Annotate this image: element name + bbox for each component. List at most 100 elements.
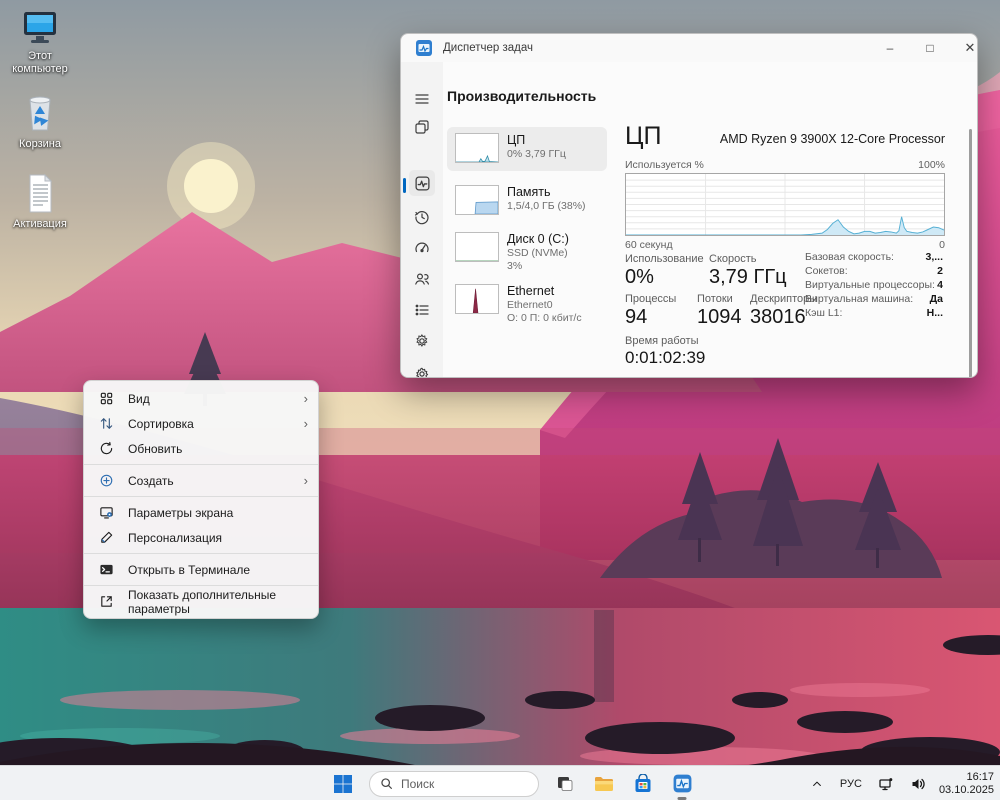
tile-cpu[interactable]: ЦП 0% 3,79 ГГц bbox=[447, 127, 607, 171]
date: 03.10.2025 bbox=[939, 784, 994, 797]
hamburger-icon bbox=[414, 91, 430, 107]
close-button[interactable]: ✕ bbox=[950, 34, 978, 62]
microsoft-store-button[interactable] bbox=[630, 771, 656, 797]
desktop-icon-activation[interactable]: Активация bbox=[2, 172, 78, 231]
desktop-icon-label: Корзина bbox=[2, 138, 78, 151]
tile-title: Ethernet bbox=[507, 284, 582, 299]
menu-item-view[interactable]: Вид › bbox=[84, 386, 318, 411]
tile-title: ЦП bbox=[507, 133, 566, 148]
menu-item-label: Персонализация bbox=[128, 531, 308, 545]
network-button[interactable] bbox=[875, 771, 897, 797]
menu-item-open-terminal[interactable]: Открыть в Терминале bbox=[84, 557, 318, 582]
stat-value: 94 bbox=[625, 306, 647, 329]
detail-label: Кэш L1: bbox=[805, 307, 842, 319]
gear-icon bbox=[414, 366, 430, 378]
maximize-button[interactable]: □ bbox=[910, 34, 950, 62]
search-input[interactable] bbox=[401, 777, 511, 791]
nav-details[interactable] bbox=[409, 297, 435, 323]
nav-processes[interactable] bbox=[409, 114, 435, 140]
history-clock-icon bbox=[414, 209, 430, 225]
tile-title: Память bbox=[507, 185, 586, 200]
processes-icon bbox=[414, 119, 430, 135]
gauge-icon bbox=[414, 240, 430, 256]
new-plus-icon bbox=[97, 472, 115, 490]
menu-item-label: Открыть в Терминале bbox=[128, 563, 308, 577]
menu-item-personalize[interactable]: Персонализация bbox=[84, 525, 318, 550]
graph-xmax-label: 0 bbox=[939, 239, 945, 251]
stat-label: Потоки bbox=[697, 293, 733, 305]
users-icon bbox=[414, 271, 430, 287]
selected-nav-indicator bbox=[403, 178, 406, 193]
stat-value: 0:01:02:39 bbox=[625, 348, 705, 368]
terminal-icon bbox=[97, 561, 115, 579]
tile-ethernet[interactable]: Ethernet Ethernet0 О: 0 П: 0 кбит/с bbox=[447, 278, 607, 334]
desktop-icon-label: Этот компьютер bbox=[2, 50, 78, 76]
stat-label: Процессы bbox=[625, 293, 676, 305]
nav-startup-apps[interactable] bbox=[409, 235, 435, 261]
menu-item-label: Сортировка bbox=[128, 417, 304, 431]
tile-disk[interactable]: Диск 0 (C:) SSD (NVMe) 3% bbox=[447, 226, 607, 282]
nav-users[interactable] bbox=[409, 266, 435, 292]
minimize-button[interactable]: – bbox=[870, 34, 910, 62]
system-tray: РУС 16:17 03.10.2025 bbox=[807, 766, 994, 800]
taskbar-center bbox=[330, 766, 695, 800]
detail-value: 2 bbox=[937, 265, 943, 277]
memory-mini-graph bbox=[455, 185, 499, 215]
titlebar[interactable]: Диспетчер задач – □ ✕ bbox=[401, 34, 977, 62]
settings-button[interactable] bbox=[409, 361, 435, 378]
detail-label: Виртуальная машина: bbox=[805, 293, 913, 305]
menu-item-sort[interactable]: Сортировка › bbox=[84, 411, 318, 436]
menu-hamburger-button[interactable] bbox=[409, 86, 435, 112]
tile-memory[interactable]: Память 1,5/4,0 ГБ (38%) bbox=[447, 179, 607, 223]
stat-label: Скорость bbox=[709, 253, 757, 265]
recycle-bin-icon bbox=[17, 90, 63, 136]
scrollbar[interactable] bbox=[969, 129, 972, 378]
desktop-icon-recycle-bin[interactable]: Корзина bbox=[2, 90, 78, 151]
search-icon bbox=[380, 777, 393, 790]
tile-subtitle: 0% 3,79 ГГц bbox=[507, 148, 566, 161]
page-title: Производительность bbox=[447, 88, 596, 104]
menu-item-show-more-options[interactable]: Показать дополнительные параметры bbox=[84, 589, 318, 614]
time: 16:17 bbox=[939, 771, 994, 784]
chevron-right-icon: › bbox=[304, 416, 308, 431]
taskbar: РУС 16:17 03.10.2025 bbox=[0, 765, 1000, 800]
chevron-up-icon bbox=[811, 778, 823, 790]
cpu-panel: ЦП AMD Ryzen 9 3900X 12-Core Processor И… bbox=[611, 62, 977, 377]
start-button[interactable] bbox=[330, 771, 356, 797]
task-manager-window: Диспетчер задач – □ ✕ bbox=[400, 33, 978, 378]
nav-app-history[interactable] bbox=[409, 204, 435, 230]
store-icon bbox=[633, 774, 653, 794]
menu-item-refresh[interactable]: Обновить bbox=[84, 436, 318, 461]
task-manager-taskbar-button[interactable] bbox=[669, 771, 695, 797]
desktop: Этот компьютер Корзина Активация bbox=[0, 0, 1000, 800]
chevron-right-icon: › bbox=[304, 391, 308, 406]
stat-value: 1094 bbox=[697, 306, 742, 329]
tile-subtitle: 1,5/4,0 ГБ (38%) bbox=[507, 200, 586, 213]
menu-item-display-settings[interactable]: Параметры экрана bbox=[84, 500, 318, 525]
tile-title: Диск 0 (C:) bbox=[507, 232, 569, 247]
nav-performance[interactable] bbox=[409, 170, 435, 196]
taskbar-search[interactable] bbox=[369, 771, 539, 797]
cpu-mini-graph bbox=[455, 133, 499, 163]
hidden-icons-button[interactable] bbox=[807, 771, 827, 797]
stat-label: Время работы bbox=[625, 335, 699, 347]
task-view-icon bbox=[555, 774, 575, 794]
menu-item-label: Параметры экрана bbox=[128, 506, 308, 520]
volume-button[interactable] bbox=[907, 771, 929, 797]
sort-icon bbox=[97, 415, 115, 433]
language-indicator[interactable]: РУС bbox=[837, 778, 865, 790]
stat-value: 38016 bbox=[750, 306, 806, 329]
task-manager-app-icon bbox=[416, 40, 432, 56]
task-view-button[interactable] bbox=[552, 771, 578, 797]
desktop-icon-this-pc[interactable]: Этот компьютер bbox=[2, 8, 78, 76]
desktop-icon-label: Активация bbox=[2, 218, 78, 231]
performance-tiles: ЦП 0% 3,79 ГГц Память 1,5/4,0 ГБ (38%) bbox=[443, 62, 611, 377]
running-app-indicator bbox=[678, 797, 687, 800]
stat-value: 0% bbox=[625, 266, 654, 289]
window-title: Диспетчер задач bbox=[443, 42, 533, 54]
file-explorer-button[interactable] bbox=[591, 771, 617, 797]
desktop-context-menu: Вид › Сортировка › Обновить Создать › bbox=[83, 380, 319, 619]
menu-item-label: Обновить bbox=[128, 442, 308, 456]
menu-item-new[interactable]: Создать › bbox=[84, 468, 318, 493]
clock[interactable]: 16:17 03.10.2025 bbox=[939, 771, 994, 797]
